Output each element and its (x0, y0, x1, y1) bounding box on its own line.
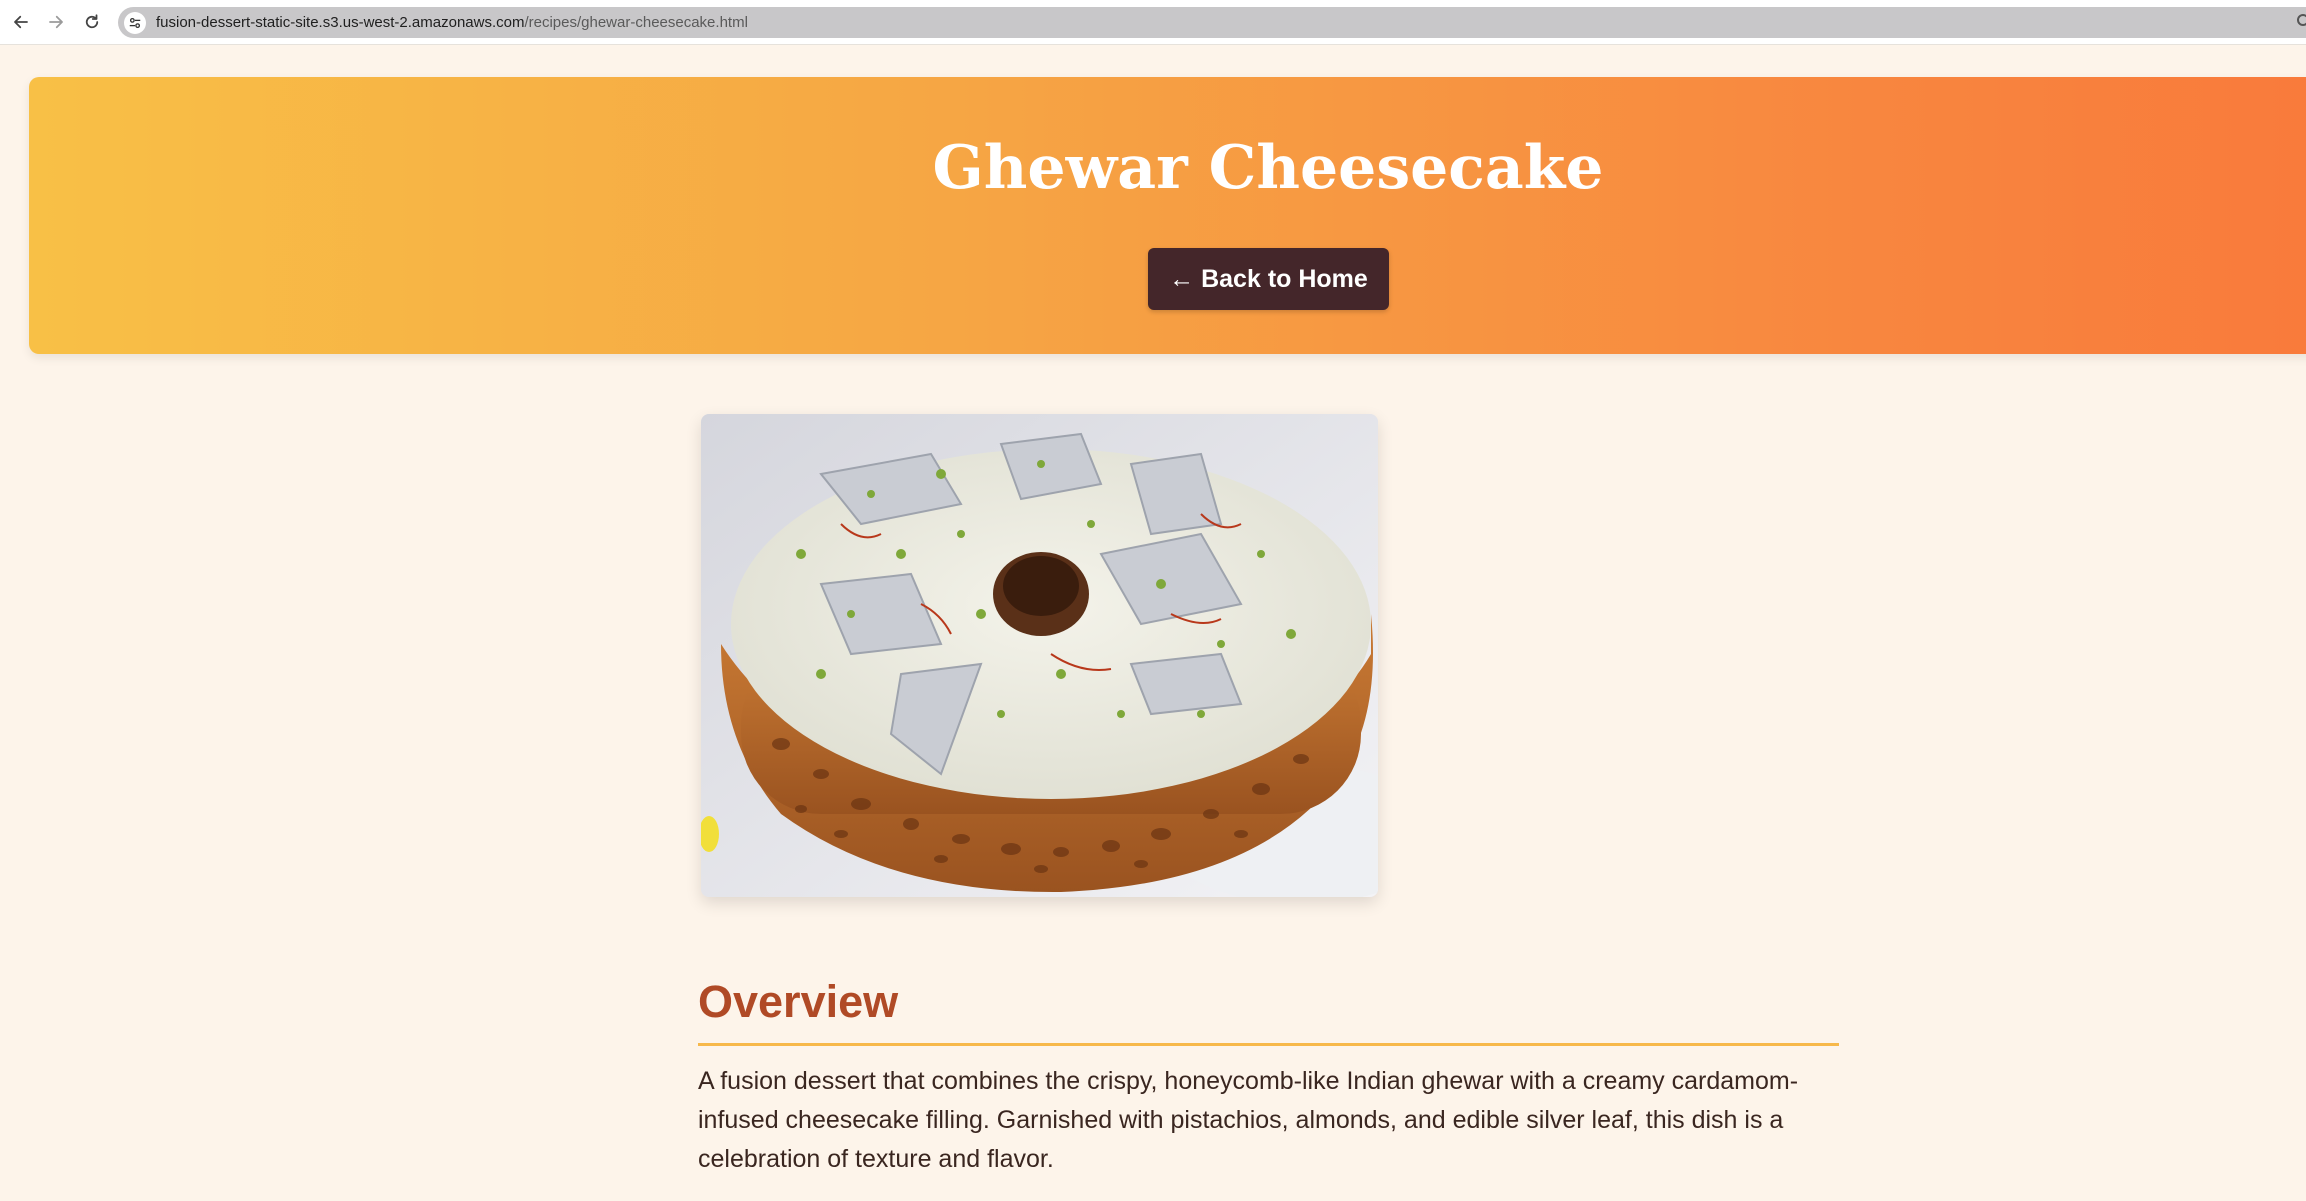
recipe-image (701, 414, 1378, 897)
reload-icon[interactable] (80, 10, 104, 34)
overview-heading: Overview (698, 976, 899, 1027)
section-divider (698, 1043, 1839, 1046)
url-text[interactable]: fusion-dessert-static-site.s3.us-west-2.… (156, 14, 748, 31)
hero-banner (29, 77, 2306, 354)
page-title: Ghewar Cheesecake (932, 133, 1604, 203)
browser-toolbar: fusion-dessert-static-site.s3.us-west-2.… (0, 0, 2306, 45)
forward-arrow-icon[interactable] (44, 10, 68, 34)
back-arrow-icon[interactable] (9, 10, 33, 34)
overview-text: A fusion dessert that combines the crisp… (698, 1067, 1799, 1173)
back-to-home-button[interactable]: ← Back to Home (1148, 248, 1389, 310)
url-path: /recipes/ghewar-cheesecake.html (524, 14, 748, 31)
url-domain: fusion-dessert-static-site.s3.us-west-2.… (156, 14, 525, 31)
site-settings-icon[interactable] (124, 12, 146, 34)
extension-icon[interactable] (2297, 14, 2306, 26)
